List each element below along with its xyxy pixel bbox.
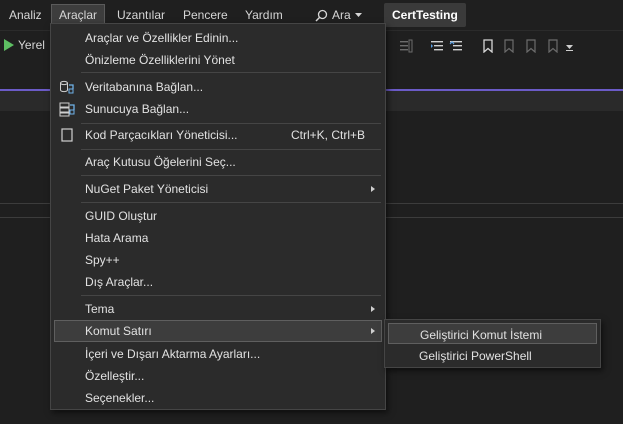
submenu-arrow-icon <box>371 186 375 192</box>
menu-item-options[interactable]: Seçenekler... <box>51 387 385 409</box>
menu-item-label: GUID Oluştur <box>85 209 158 223</box>
run-button[interactable]: Yerel <box>4 38 45 52</box>
toolbar-overflow-icon[interactable] <box>566 43 574 51</box>
menu-item-label: NuGet Paket Yöneticisi <box>85 182 209 196</box>
menu-item-theme[interactable]: Tema <box>51 298 385 320</box>
menu-item-label: Seçenekler... <box>85 391 155 405</box>
format-icon[interactable] <box>399 39 413 53</box>
submenu-arrow-icon <box>371 328 375 334</box>
menu-item-label: Kod Parçacıkları Yöneticisi... <box>85 128 238 142</box>
menu-separator <box>81 149 381 150</box>
menu-item-label: Araçlar ve Özellikler Edinin... <box>85 31 239 45</box>
bookmark-next-icon[interactable] <box>524 39 538 53</box>
menu-item-nuget-package-manager[interactable]: NuGet Paket Yöneticisi <box>51 178 385 200</box>
menu-item-label: Komut Satırı <box>85 324 152 338</box>
menu-item-label: Hata Arama <box>85 231 149 245</box>
menu-item-label: Dış Araçlar... <box>85 275 154 289</box>
menu-item-import-export-settings[interactable]: İçeri ve Dışarı Aktarma Ayarları... <box>51 343 385 365</box>
bookmark-prev-icon[interactable] <box>502 39 516 53</box>
menu-item-label: Sunucuya Bağlan... <box>85 102 190 116</box>
menu-item-label: Tema <box>85 302 115 316</box>
menu-item-label: Veritabanına Bağlan... <box>85 80 204 94</box>
database-connect-icon <box>60 80 74 94</box>
menu-analiz[interactable]: Analiz <box>2 4 49 26</box>
server-connect-icon <box>59 102 75 117</box>
menu-item-error-lookup[interactable]: Hata Arama <box>51 227 385 249</box>
command-line-submenu: Geliştirici Komut İstemi Geliştirici Pow… <box>384 319 601 368</box>
submenu-arrow-icon <box>371 306 375 312</box>
menu-item-connect-database[interactable]: Veritabanına Bağlan... <box>51 76 385 98</box>
menu-item-customize[interactable]: Özelleştir... <box>51 365 385 387</box>
menu-item-label: Geliştirici PowerShell <box>419 349 532 363</box>
menu-item-command-line[interactable]: Komut Satırı <box>54 320 382 342</box>
play-icon <box>4 39 14 51</box>
tools-dropdown-menu: Araçlar ve Özellikler Edinin... Önizleme… <box>50 23 386 410</box>
indent-icon[interactable] <box>449 39 463 53</box>
menu-separator <box>81 202 381 203</box>
menu-separator <box>81 175 381 176</box>
outdent-icon[interactable] <box>430 39 444 53</box>
bookmark-icon[interactable] <box>481 39 495 53</box>
menu-item-get-tools[interactable]: Araçlar ve Özellikler Edinin... <box>51 27 385 49</box>
menu-item-external-tools[interactable]: Dış Araçlar... <box>51 271 385 293</box>
menu-item-label: İçeri ve Dışarı Aktarma Ayarları... <box>85 347 261 361</box>
menu-item-label: Spy++ <box>85 253 120 267</box>
menu-item-spy-plus-plus[interactable]: Spy++ <box>51 249 385 271</box>
menu-separator <box>81 72 381 73</box>
chevron-down-icon <box>354 12 362 17</box>
menu-item-label: Özelleştir... <box>85 369 145 383</box>
project-title: CertTesting <box>384 3 466 27</box>
menu-item-connect-server[interactable]: Sunucuya Bağlan... <box>51 98 385 120</box>
menu-item-code-snippets-manager[interactable]: Kod Parçacıkları Yöneticisi... Ctrl+K, C… <box>51 124 385 146</box>
search-icon <box>315 9 328 22</box>
menu-item-label: Geliştirici Komut İstemi <box>420 328 543 342</box>
bookmark-clear-icon[interactable] <box>546 39 560 53</box>
menu-separator <box>81 295 381 296</box>
menu-item-create-guid[interactable]: GUID Oluştur <box>51 205 385 227</box>
run-label: Yerel <box>18 38 45 52</box>
menu-item-label: Önizleme Özelliklerini Yönet <box>85 53 235 67</box>
menu-item-preview-features[interactable]: Önizleme Özelliklerini Yönet <box>51 49 385 71</box>
menu-item-label: Araç Kutusu Öğelerini Seç... <box>85 155 236 169</box>
menu-item-shortcut: Ctrl+K, Ctrl+B <box>290 128 365 142</box>
menu-item-developer-command-prompt[interactable]: Geliştirici Komut İstemi <box>388 323 597 344</box>
menu-item-choose-toolbox-items[interactable]: Araç Kutusu Öğelerini Seç... <box>51 151 385 173</box>
menu-item-developer-powershell[interactable]: Geliştirici PowerShell <box>388 345 597 366</box>
snippet-icon <box>61 128 73 142</box>
